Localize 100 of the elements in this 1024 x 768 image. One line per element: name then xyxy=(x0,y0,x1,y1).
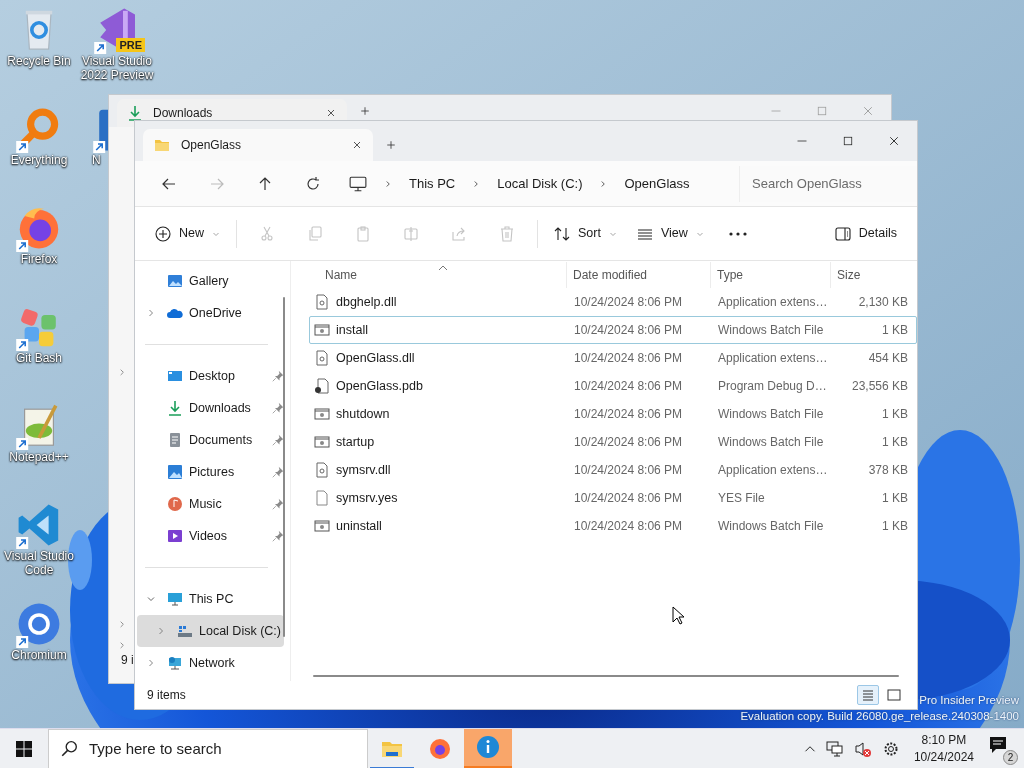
file-name: symsrv.dll xyxy=(336,461,391,479)
file-name: symsrv.yes xyxy=(336,489,398,507)
file-size: 454 KB xyxy=(868,350,908,367)
file-row[interactable]: OpenGlass.dll 10/24/2024 8:06 PM Application extens… 454 KB xyxy=(309,344,917,372)
pin-icon[interactable] xyxy=(272,402,284,414)
sidebar-item[interactable]: Music xyxy=(137,488,284,520)
date-modified: 10/24/2024 8:06 PM xyxy=(574,490,683,507)
window-tab[interactable]: OpenGlass xyxy=(143,129,373,161)
file-size: 1 KB xyxy=(882,518,908,535)
sidebar-item[interactable]: Pictures xyxy=(137,456,284,488)
breadcrumb-link[interactable]: Local Disk (C:) xyxy=(489,169,591,198)
file-row[interactable]: symsrv.yes 10/24/2024 8:06 PM YES File 1 KB xyxy=(309,484,917,512)
sort-button[interactable]: Sort xyxy=(546,217,625,250)
monitor-icon xyxy=(167,591,183,607)
file-row[interactable]: symsrv.dll 10/24/2024 8:06 PM Application extens… 378 KB xyxy=(309,456,917,484)
sidebar-item[interactable]: Desktop xyxy=(137,360,284,392)
details-view-icon xyxy=(860,687,876,703)
date-modified: 10/24/2024 8:06 PM xyxy=(574,350,683,367)
clock[interactable]: 8:10 PM 10/24/2024 xyxy=(909,731,978,766)
file-name: OpenGlass.pdb xyxy=(336,377,423,395)
taskbar-app-button[interactable] xyxy=(464,728,512,768)
file-row[interactable]: OpenGlass.pdb 10/24/2024 8:06 PM Program Debug D… 23,556 KB xyxy=(309,372,917,400)
plus-icon xyxy=(385,139,397,151)
file-size: 23,556 KB xyxy=(851,378,908,395)
close-icon[interactable] xyxy=(325,107,337,119)
firefox-icon xyxy=(428,736,452,761)
gallery-icon xyxy=(167,273,183,289)
network-icon[interactable] xyxy=(825,739,844,758)
maximize-icon xyxy=(842,135,854,147)
pin-icon[interactable] xyxy=(272,530,284,542)
sort-caret-icon xyxy=(437,264,448,271)
breadcrumb-link[interactable]: OpenGlass xyxy=(616,169,698,198)
download-icon xyxy=(167,400,183,416)
pin-icon[interactable] xyxy=(272,466,284,478)
preview-badge: PRE xyxy=(116,38,145,52)
sidebar-item[interactable]: Network xyxy=(137,647,284,679)
column-header[interactable]: Type xyxy=(711,262,831,288)
pin-icon[interactable] xyxy=(272,434,284,446)
up-arrow-icon xyxy=(257,175,273,192)
date-modified: 10/24/2024 8:06 PM xyxy=(574,518,683,535)
sidebar-item[interactable]: OneDrive xyxy=(137,297,284,329)
muted-speaker-icon[interactable] xyxy=(853,739,872,758)
pin-icon[interactable] xyxy=(272,370,284,382)
file-size: 1 KB xyxy=(882,434,908,451)
file-name: OpenGlass.dll xyxy=(336,349,415,367)
sidebar-item[interactable]: Downloads xyxy=(137,392,284,424)
batch-file-icon xyxy=(314,434,330,450)
batch-file-icon xyxy=(314,322,330,338)
build-info-text: Evaluation copy. Build 26080.ge_release.240308-1400 xyxy=(740,710,1019,722)
file-size: 1 KB xyxy=(882,322,908,339)
notifications-button[interactable]: 2 xyxy=(988,734,1016,763)
file-name: startup xyxy=(336,433,375,451)
file-type: Application extens… xyxy=(718,294,828,311)
tiles-view-icon xyxy=(886,687,902,703)
batch-file-icon xyxy=(314,406,330,422)
info-icon xyxy=(476,735,500,759)
sidebar-item[interactable]: This PC xyxy=(137,583,284,615)
document-icon xyxy=(167,432,183,448)
details-view-button[interactable] xyxy=(857,685,879,705)
file-row[interactable]: startup 10/24/2024 8:06 PM Windows Batch File 1 KB xyxy=(309,428,917,456)
sidebar-item[interactable]: Documents xyxy=(137,424,284,456)
scrollbar-thumb[interactable] xyxy=(283,297,285,637)
sidebar-item[interactable]: Gallery xyxy=(137,265,284,297)
folder-icon xyxy=(153,137,171,153)
notification-count: 2 xyxy=(1003,749,1018,765)
music-icon xyxy=(167,496,183,512)
date-modified: 10/24/2024 8:06 PM xyxy=(574,322,683,339)
file-row[interactable]: uninstall 10/24/2024 8:06 PM Windows Batch File 1 KB xyxy=(309,512,917,540)
column-header[interactable]: Name xyxy=(309,262,567,288)
column-header[interactable]: Date modified xyxy=(567,262,711,288)
file-type: Program Debug D… xyxy=(718,378,827,395)
picture-icon xyxy=(167,464,183,480)
file-name: dbghelp.dll xyxy=(336,293,397,311)
new-button[interactable]: New xyxy=(147,217,228,250)
search-icon xyxy=(60,739,78,758)
download-icon xyxy=(127,105,143,121)
cursor-icon xyxy=(672,606,684,625)
file-size: 2,130 KB xyxy=(858,294,908,311)
view-button[interactable]: View xyxy=(628,217,712,250)
status-text: 9 i xyxy=(121,653,134,667)
taskbar-search-field[interactable]: Type here to search xyxy=(48,728,368,768)
sidebar-item[interactable]: Videos xyxy=(137,520,284,552)
message-icon xyxy=(988,734,1008,755)
column-header[interactable]: Size xyxy=(831,262,911,288)
tab-title: Downloads xyxy=(153,105,214,122)
file-name: install xyxy=(336,321,368,339)
file-row[interactable]: install 10/24/2024 8:06 PM Windows Batch File 1 KB xyxy=(309,316,917,344)
breadcrumb-link[interactable]: This PC xyxy=(401,169,464,198)
file-row[interactable]: dbghelp.dll 10/24/2024 8:06 PM Application extens… 2,130 KB xyxy=(309,288,917,316)
dll-file-icon xyxy=(314,462,330,478)
sidebar-item[interactable]: Local Disk (C:) xyxy=(137,615,284,647)
file-size: 378 KB xyxy=(868,462,908,479)
video-icon xyxy=(167,528,183,544)
date-modified: 10/24/2024 8:06 PM xyxy=(574,378,683,395)
file-row[interactable]: shutdown 10/24/2024 8:06 PM Windows Batch File 1 KB xyxy=(309,400,917,428)
details-button[interactable]: Details xyxy=(826,217,905,250)
date-modified: 10/24/2024 8:06 PM xyxy=(574,462,683,479)
scrollbar-thumb[interactable] xyxy=(313,675,899,677)
close-icon[interactable] xyxy=(351,139,363,151)
pin-icon[interactable] xyxy=(272,498,284,510)
